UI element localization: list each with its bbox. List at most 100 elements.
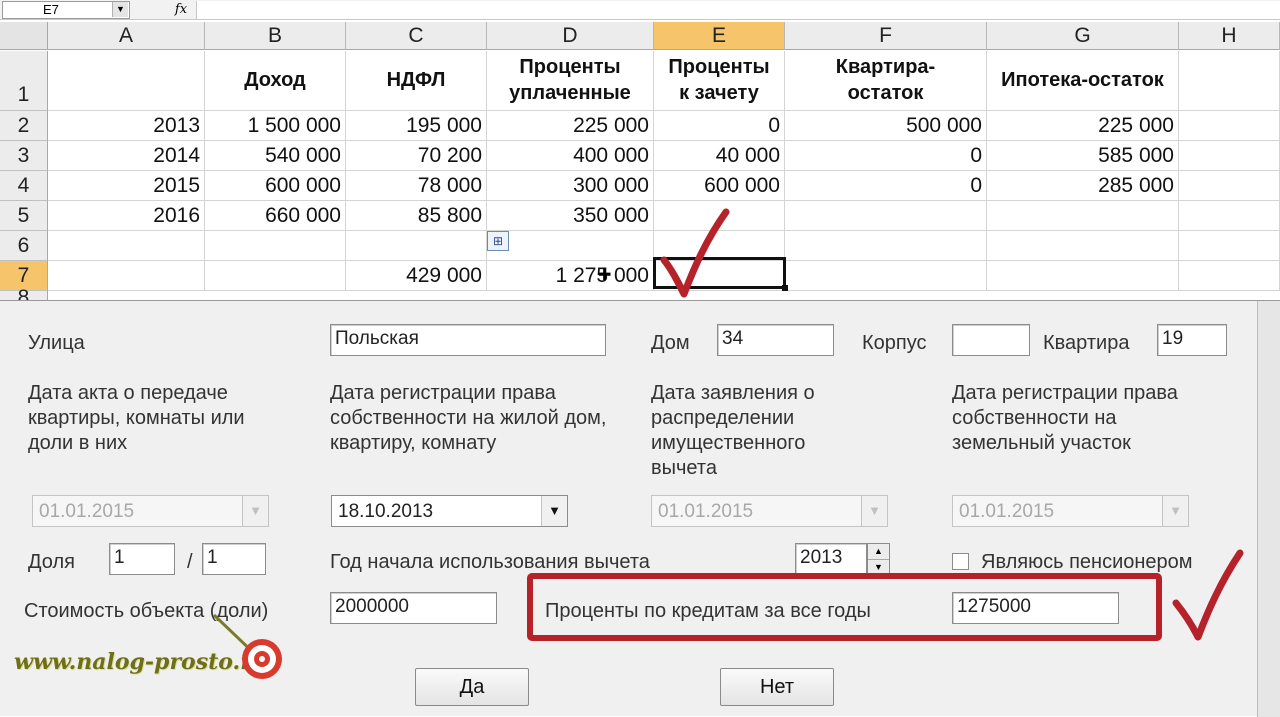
row-header-6[interactable]: 6 [0, 231, 48, 261]
distribution-application-date-label-line: имущественного [651, 432, 806, 454]
cell-d1[interactable]: Проценты уплаченные [487, 51, 654, 111]
cell-a7[interactable] [48, 261, 205, 291]
name-box[interactable]: E7 [2, 1, 130, 19]
apartment-input[interactable]: 19 [1157, 324, 1227, 356]
cell-g3[interactable]: 585 000 [987, 141, 1179, 171]
cell-c6[interactable] [346, 231, 487, 261]
cell-g4[interactable]: 285 000 [987, 171, 1179, 201]
cell-d3[interactable]: 400 000 [487, 141, 654, 171]
cell-a3[interactable]: 2014 [48, 141, 205, 171]
cell-e1[interactable]: Проценты к зачету [654, 51, 785, 111]
dialog-scrollbar[interactable] [1257, 301, 1280, 717]
spin-up-icon[interactable]: ▲ [868, 544, 889, 560]
land-reg-date-select[interactable]: 01.01.2015 ▼ [952, 495, 1189, 527]
house-input[interactable]: 34 [717, 324, 834, 356]
cell-h5[interactable] [1179, 201, 1280, 231]
cell-a5[interactable]: 2016 [48, 201, 205, 231]
cell-c1[interactable]: НДФЛ [346, 51, 487, 111]
share-denominator-input[interactable]: 1 [202, 543, 266, 575]
cell-d6[interactable] [487, 231, 654, 261]
cell-h1[interactable] [1179, 51, 1280, 111]
transfer-act-date-select[interactable]: 01.01.2015 ▼ [32, 495, 269, 527]
row-header-3[interactable]: 3 [0, 141, 48, 171]
chevron-down-icon[interactable]: ▼ [861, 496, 887, 526]
cell-h2[interactable] [1179, 111, 1280, 141]
cell-c3[interactable]: 70 200 [346, 141, 487, 171]
cell-b4[interactable]: 600 000 [205, 171, 346, 201]
ownership-reg-date-label-line: квартиру, комнату [330, 432, 497, 454]
cell-f1[interactable]: Квартира- остаток [785, 51, 987, 111]
cell-h4[interactable] [1179, 171, 1280, 201]
cell-d5[interactable]: 350 000 [487, 201, 654, 231]
street-input[interactable]: Польская [330, 324, 606, 356]
cell-a2[interactable]: 2013 [48, 111, 205, 141]
cell-e2[interactable]: 0 [654, 111, 785, 141]
yes-button[interactable]: Да [415, 668, 529, 706]
cell-g2[interactable]: 225 000 [987, 111, 1179, 141]
column-header-h[interactable]: H [1179, 22, 1280, 50]
cell-b6[interactable] [205, 231, 346, 261]
cell-g5[interactable] [987, 201, 1179, 231]
cell-b7[interactable] [205, 261, 346, 291]
building-input[interactable] [952, 324, 1030, 356]
paste-options-icon[interactable]: ⊞ [487, 231, 509, 251]
cell-g6[interactable] [987, 231, 1179, 261]
share-numerator-input[interactable]: 1 [109, 543, 175, 575]
formula-input[interactable] [196, 1, 1280, 19]
cell-c5[interactable]: 85 800 [346, 201, 487, 231]
row-header-4[interactable]: 4 [0, 171, 48, 201]
row-header-8[interactable]: 8 [0, 287, 48, 300]
cell-b2[interactable]: 1 500 000 [205, 111, 346, 141]
chevron-down-icon[interactable]: ▼ [242, 496, 268, 526]
chevron-down-icon[interactable]: ▼ [541, 496, 567, 526]
select-all-corner[interactable] [0, 22, 48, 50]
column-header-a[interactable]: A [48, 22, 205, 50]
cell-f5[interactable] [785, 201, 987, 231]
row-header-2[interactable]: 2 [0, 111, 48, 141]
cell-f6[interactable] [785, 231, 987, 261]
cell-f7[interactable] [785, 261, 987, 291]
cell-c4[interactable]: 78 000 [346, 171, 487, 201]
cell-d7[interactable]: 1 275 000 [487, 261, 654, 291]
cell-h7[interactable] [1179, 261, 1280, 291]
cell-g7[interactable] [987, 261, 1179, 291]
function-icon[interactable]: fx [170, 1, 192, 19]
cell-b1[interactable]: Доход [205, 51, 346, 111]
column-header-e[interactable]: E [654, 22, 785, 50]
cell-e3[interactable]: 40 000 [654, 141, 785, 171]
ownership-reg-date-label: Дата регистрации права собственности на … [330, 381, 606, 456]
cell-h6[interactable] [1179, 231, 1280, 261]
column-header-b[interactable]: B [205, 22, 346, 50]
cell-f2[interactable]: 500 000 [785, 111, 987, 141]
pensioner-checkbox[interactable] [952, 553, 969, 570]
row-header-5[interactable]: 5 [0, 201, 48, 231]
cell-c2[interactable]: 195 000 [346, 111, 487, 141]
column-header-g[interactable]: G [987, 22, 1179, 50]
ownership-reg-date-select[interactable]: 18.10.2013 ▼ [331, 495, 568, 527]
cell-h3[interactable] [1179, 141, 1280, 171]
cell-a1[interactable] [48, 51, 205, 111]
distribution-application-date-select[interactable]: 01.01.2015 ▼ [651, 495, 888, 527]
cell-d4[interactable]: 300 000 [487, 171, 654, 201]
no-button[interactable]: Нет [720, 668, 834, 706]
cell-b3[interactable]: 540 000 [205, 141, 346, 171]
cell-c7[interactable]: 429 000 [346, 261, 487, 291]
cell-f4[interactable]: 0 [785, 171, 987, 201]
fill-handle[interactable] [782, 285, 788, 291]
cell-a4[interactable]: 2015 [48, 171, 205, 201]
row-header-1[interactable]: 1 [0, 51, 48, 111]
column-header-c[interactable]: C [346, 22, 487, 50]
year-spinner[interactable]: ▲ ▼ [867, 543, 890, 575]
column-header-f[interactable]: F [785, 22, 987, 50]
cell-b5[interactable]: 660 000 [205, 201, 346, 231]
cell-a6[interactable] [48, 231, 205, 261]
chevron-down-icon[interactable]: ▼ [1162, 496, 1188, 526]
name-box-dropdown-icon[interactable]: ▼ [112, 2, 128, 17]
cell-e4[interactable]: 600 000 [654, 171, 785, 201]
object-cost-input[interactable]: 2000000 [330, 592, 497, 624]
cell-d2[interactable]: 225 000 [487, 111, 654, 141]
deduction-start-year-input[interactable]: 2013 [795, 543, 867, 575]
cell-f3[interactable]: 0 [785, 141, 987, 171]
cell-g1[interactable]: Ипотека-остаток [987, 51, 1179, 111]
column-header-d[interactable]: D [487, 22, 654, 50]
